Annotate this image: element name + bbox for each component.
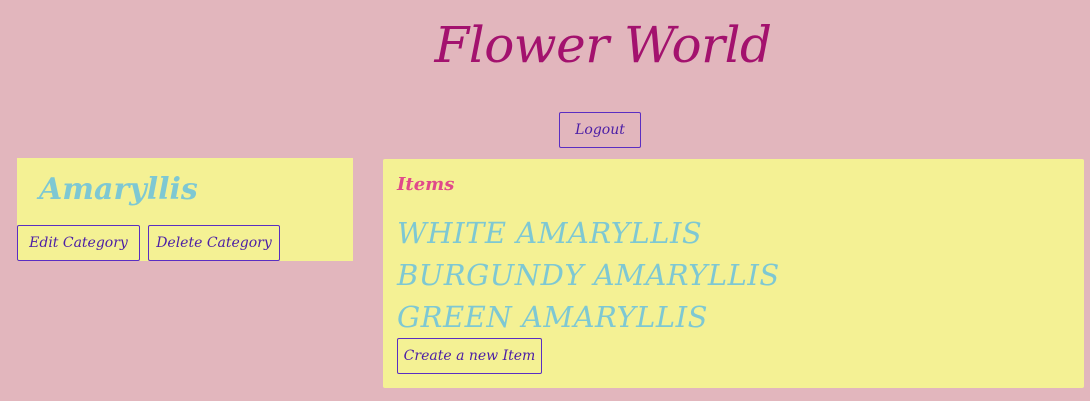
item-link-burgundy-amaryllis[interactable]: BURGUNDY AMARYLLIS bbox=[397, 254, 780, 296]
create-item-button[interactable]: Create a new Item bbox=[397, 338, 542, 374]
items-heading: Items bbox=[397, 174, 455, 195]
logout-button[interactable]: Logout bbox=[559, 112, 641, 148]
page: Flower World Logout Amaryllis Edit Categ… bbox=[0, 0, 1090, 401]
item-link-green-amaryllis[interactable]: GREEN AMARYLLIS bbox=[397, 296, 780, 338]
edit-category-button[interactable]: Edit Category bbox=[17, 225, 140, 261]
items-list: WHITE AMARYLLIS BURGUNDY AMARYLLIS GREEN… bbox=[397, 212, 780, 338]
items-panel: Items WHITE AMARYLLIS BURGUNDY AMARYLLIS… bbox=[383, 159, 1084, 388]
category-panel: Amaryllis Edit Category Delete Category bbox=[17, 158, 353, 261]
site-title: Flower World bbox=[434, 16, 772, 74]
item-link-white-amaryllis[interactable]: WHITE AMARYLLIS bbox=[397, 212, 780, 254]
delete-category-button[interactable]: Delete Category bbox=[148, 225, 280, 261]
category-name: Amaryllis bbox=[39, 172, 198, 207]
